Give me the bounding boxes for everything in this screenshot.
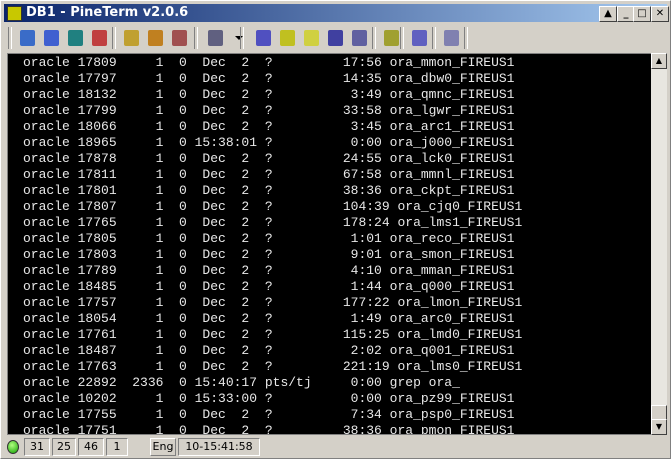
connection-status-led-icon xyxy=(7,440,19,454)
status-rows: 46 xyxy=(78,438,104,456)
connect-button[interactable] xyxy=(16,27,38,49)
status-row: 31 xyxy=(24,438,50,456)
scroll-down-button[interactable]: ▼ xyxy=(651,419,667,435)
toolbar-separator xyxy=(432,27,436,49)
close-button[interactable]: ✕ xyxy=(651,6,669,22)
abc-button[interactable] xyxy=(348,27,370,49)
paste-icon xyxy=(147,30,163,46)
terminal-output[interactable]: oracle 17809 1 0 Dec 2 ? 17:56 ora_mmon_… xyxy=(7,53,652,435)
position-button[interactable] xyxy=(252,27,274,49)
exit-button[interactable] xyxy=(440,27,462,49)
window-title: DB1 - PineTerm v2.0.6 xyxy=(26,5,189,20)
dropdown-arrow-button[interactable] xyxy=(228,27,250,49)
app-icon xyxy=(7,6,22,21)
toolbar-separator xyxy=(400,27,404,49)
toolbar-separator xyxy=(464,27,468,49)
pineterm-window: DB1 - PineTerm v2.0.6 ▲ _ □ ✕ oracle 178… xyxy=(0,0,671,459)
vertical-scrollbar[interactable]: ▲ ▼ xyxy=(651,53,667,435)
toolbar-separator xyxy=(112,27,116,49)
print-icon xyxy=(411,30,427,46)
abc-icon xyxy=(351,30,367,46)
help-button[interactable]: ▲ xyxy=(599,6,617,22)
status-col: 25 xyxy=(52,438,76,456)
screen-button[interactable] xyxy=(300,27,322,49)
exit-icon xyxy=(443,30,459,46)
copy-button[interactable] xyxy=(120,27,142,49)
copy-icon xyxy=(123,30,139,46)
log-button[interactable] xyxy=(204,27,226,49)
screen-icon xyxy=(303,30,319,46)
paste-special-button[interactable] xyxy=(168,27,190,49)
terminal-icon xyxy=(67,30,83,46)
disconnect-button[interactable] xyxy=(40,27,62,49)
slow-button[interactable] xyxy=(324,27,346,49)
paste-special-icon xyxy=(171,30,187,46)
ime-mode-button[interactable]: Eng xyxy=(150,438,176,456)
print-button[interactable] xyxy=(408,27,430,49)
log-icon xyxy=(207,30,223,46)
connect-icon xyxy=(19,30,35,46)
maximize-button[interactable]: □ xyxy=(633,6,651,22)
status-time: 10-15:41:58 xyxy=(178,438,260,456)
toolbar xyxy=(4,24,667,52)
paste-button[interactable] xyxy=(144,27,166,49)
disconnect-icon xyxy=(43,30,59,46)
terminal-button[interactable] xyxy=(64,27,86,49)
script-button[interactable] xyxy=(380,27,402,49)
script-icon xyxy=(383,30,399,46)
status-bar: 31 25 46 1 Eng 10-15:41:58 xyxy=(4,437,667,456)
timer-icon xyxy=(279,30,295,46)
scroll-up-button[interactable]: ▲ xyxy=(651,53,667,69)
toolbar-separator xyxy=(372,27,376,49)
slow-icon xyxy=(327,30,343,46)
toolbar-separator xyxy=(240,27,244,49)
toolbar-separator xyxy=(194,27,198,49)
scroll-thumb[interactable] xyxy=(651,405,667,420)
reconnect-button[interactable] xyxy=(88,27,110,49)
reconnect-icon xyxy=(91,30,107,46)
position-icon xyxy=(255,30,271,46)
status-session: 1 xyxy=(106,438,128,456)
title-bar[interactable]: DB1 - PineTerm v2.0.6 ▲ _ □ ✕ xyxy=(4,4,669,22)
timer-button[interactable] xyxy=(276,27,298,49)
toolbar-separator xyxy=(8,27,12,49)
